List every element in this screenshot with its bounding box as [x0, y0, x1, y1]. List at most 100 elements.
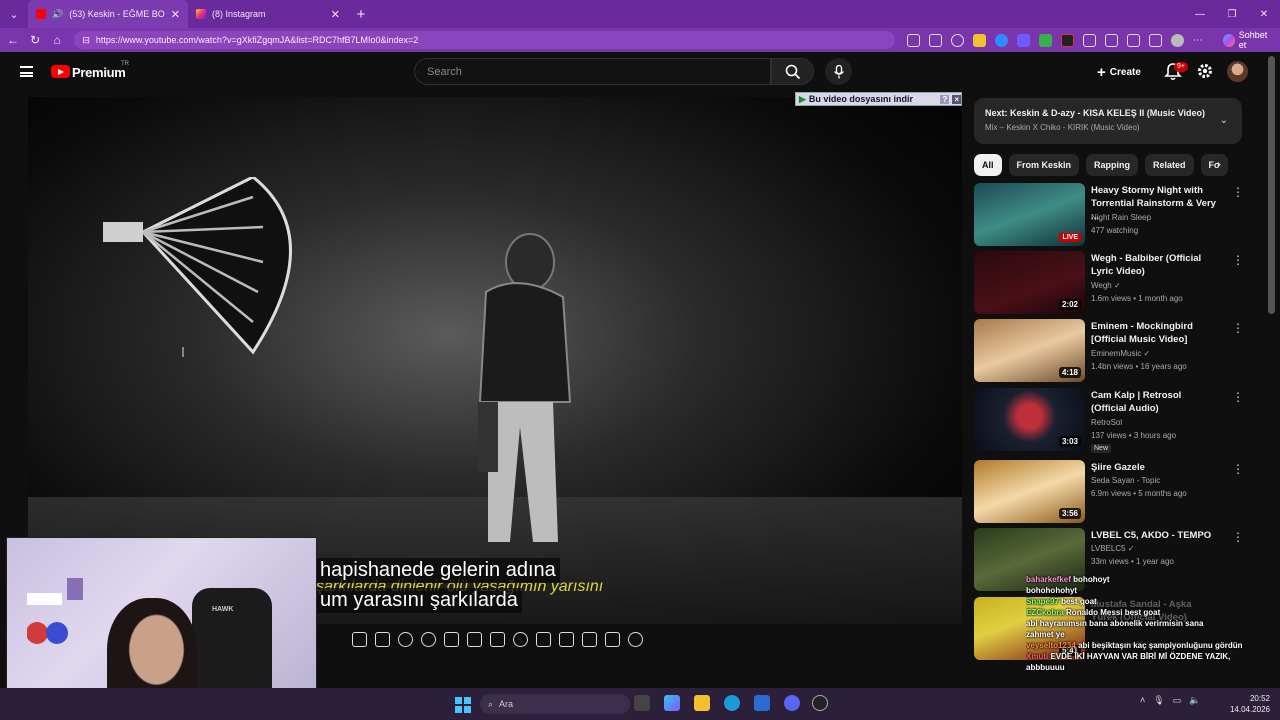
sidebar-scrollbar[interactable] — [1268, 56, 1275, 314]
stop-icon[interactable] — [513, 632, 528, 647]
back-arrow-icon[interactable]: ← — [2, 28, 24, 52]
create-button[interactable]: + Create — [1091, 60, 1147, 84]
tray-expand-icon[interactable]: ˄ — [1140, 695, 1145, 706]
download-file-icon[interactable] — [467, 632, 482, 647]
voice-search-button[interactable] — [825, 58, 852, 85]
favorites-icon[interactable] — [1126, 33, 1140, 47]
loop-icon[interactable] — [444, 632, 459, 647]
profile-avatar-icon[interactable] — [1170, 33, 1184, 47]
volume-icon[interactable]: 🔈 — [1189, 695, 1200, 706]
video-title[interactable]: Şiire Gazele — [1091, 461, 1219, 474]
more-options-icon[interactable]: ⋮ — [1232, 185, 1244, 199]
download-help-button[interactable]: ? — [940, 94, 950, 104]
more-options-icon[interactable]: ⋮ — [1232, 321, 1244, 335]
menu-hamburger-icon[interactable] — [20, 66, 33, 77]
copilot-chat-button[interactable]: Sohbet et — [1217, 30, 1280, 50]
close-tab-icon[interactable]: ✕ — [171, 8, 180, 21]
copilot-app-icon[interactable] — [664, 695, 680, 711]
close-window-icon[interactable]: ✕ — [1248, 0, 1280, 28]
up-next-panel[interactable]: Next: Keskin & D-azy - KISA KELEŞ II (Mu… — [974, 98, 1242, 144]
screenshot-icon[interactable] — [352, 632, 367, 647]
download-video-bar[interactable]: ▶ Bu video dosyasını indir ? × — [795, 92, 962, 106]
favorite-star-icon[interactable] — [950, 33, 964, 47]
taskbar-search-input[interactable]: ⌕ Ara — [480, 694, 630, 714]
tab-instagram[interactable]: (8) Instagram ✕ — [188, 0, 348, 28]
youtube-logo-icon[interactable] — [51, 65, 70, 78]
microphone-tray-icon[interactable]: 🎙 — [1153, 695, 1164, 706]
new-tab-button[interactable]: + — [348, 0, 374, 28]
task-view-icon[interactable] — [634, 695, 650, 711]
channel-name[interactable]: Seda Sayan - Topic — [1091, 476, 1160, 485]
video-title[interactable]: Wegh - Balbiber (Official Lyric Video) — [1091, 252, 1219, 278]
search-button[interactable] — [771, 58, 814, 85]
settings-gear-icon[interactable] — [1196, 62, 1214, 80]
more-menu-icon[interactable]: ⋯ — [1193, 35, 1203, 46]
popout-icon[interactable] — [536, 632, 551, 647]
channel-name[interactable]: RetroSol — [1091, 418, 1122, 427]
list-item[interactable]: 2:02 Wegh - Balbiber (Official Lyric Vid… — [974, 251, 1244, 315]
taskbar-clock[interactable]: 20:52 14.04.2026 — [1228, 693, 1270, 715]
youtube-premium-logo-text[interactable]: Premium — [72, 65, 126, 80]
audio-playing-icon[interactable]: 🔊 — [52, 9, 63, 20]
video-thumbnail[interactable]: LIVE — [974, 183, 1085, 246]
minimize-icon[interactable]: — — [1184, 0, 1216, 28]
obs-icon[interactable] — [812, 695, 828, 711]
video-thumbnail[interactable]: 2:02 — [974, 251, 1085, 314]
reader-mode-icon[interactable] — [906, 33, 920, 47]
rotate-icon[interactable] — [628, 632, 643, 647]
tab-actions-chevron-icon[interactable]: ⌄ — [0, 0, 28, 28]
chip-rapping[interactable]: Rapping — [1086, 154, 1139, 176]
close-tab-icon[interactable]: ✕ — [331, 8, 340, 21]
video-thumbnail[interactable]: 4:18 — [974, 319, 1085, 382]
store-icon[interactable] — [754, 695, 770, 711]
extension-dark-icon[interactable] — [1060, 33, 1074, 47]
split-screen-icon[interactable] — [1104, 33, 1118, 47]
restore-icon[interactable]: ❐ — [1216, 0, 1248, 28]
list-item[interactable]: 3:56 Şiire Gazele Seda Sayan - Topic 6.9… — [974, 460, 1244, 524]
discord-icon[interactable] — [784, 695, 800, 711]
channel-name[interactable]: LVBELC5 ✓ — [1091, 544, 1134, 553]
expand-icon[interactable] — [559, 632, 574, 647]
chip-more[interactable]: Fo — [1200, 154, 1228, 176]
video-thumbnail[interactable]: 3:03 — [974, 388, 1085, 451]
extension-purple-icon[interactable] — [1016, 33, 1030, 47]
chevron-down-icon[interactable]: ⌄ — [1220, 115, 1228, 126]
chip-from-keskin[interactable]: From Keskin — [1008, 154, 1080, 176]
channel-name[interactable]: Night Rain Sleep — [1091, 213, 1151, 222]
tab-youtube[interactable]: 🔊 (53) Keskin - EĞME BOYUN (M ✕ — [28, 0, 188, 28]
chips-next-chevron-icon[interactable]: › — [1217, 157, 1221, 171]
video-title[interactable]: Cam Kalp | Retrosol (Official Audio) — [1091, 389, 1219, 415]
settings-icon[interactable] — [398, 632, 413, 647]
video-title[interactable]: Eminem - Mockingbird [Official Music Vid… — [1091, 320, 1219, 346]
list-item[interactable]: 3:03 Cam Kalp | Retrosol (Official Audio… — [974, 388, 1244, 453]
extensions-puzzle-icon[interactable] — [1082, 33, 1096, 47]
url-field[interactable]: ⊟ https://www.youtube.com/watch?v=gXkfiZ… — [74, 31, 895, 49]
extension-blue-icon[interactable] — [994, 33, 1008, 47]
file-explorer-icon[interactable] — [694, 695, 710, 711]
extension-yellow-icon[interactable] — [972, 33, 986, 47]
channel-name[interactable]: EminemMusic ✓ — [1091, 349, 1150, 358]
refresh-icon[interactable]: ↻ — [24, 28, 46, 52]
power-icon[interactable] — [421, 632, 436, 647]
account-avatar[interactable] — [1227, 61, 1248, 82]
chip-all[interactable]: All — [974, 154, 1002, 176]
list-item[interactable]: LIVE Heavy Stormy Night with Torrential … — [974, 183, 1244, 247]
video-thumbnail[interactable]: 3:56 — [974, 460, 1085, 523]
home-icon[interactable]: ⌂ — [46, 28, 68, 52]
download-close-button[interactable]: × — [952, 94, 961, 104]
more-options-icon[interactable]: ⋮ — [1232, 253, 1244, 267]
network-icon[interactable]: ▭ — [1173, 695, 1182, 706]
notes-icon[interactable] — [375, 632, 390, 647]
collections-icon[interactable] — [1148, 33, 1162, 47]
chip-related[interactable]: Related — [1145, 154, 1194, 176]
miniplayer-icon[interactable] — [582, 632, 597, 647]
more-options-icon[interactable]: ⋮ — [1232, 530, 1244, 544]
start-windows-icon[interactable] — [455, 697, 471, 713]
translate-icon[interactable] — [928, 33, 942, 47]
extension-green-icon[interactable] — [1038, 33, 1052, 47]
more-options-icon[interactable]: ⋮ — [1232, 462, 1244, 476]
more-options-icon[interactable]: ⋮ — [1232, 390, 1244, 404]
edge-browser-icon[interactable] — [724, 695, 740, 711]
list-item[interactable]: 4:18 Eminem - Mockingbird [Official Musi… — [974, 319, 1244, 383]
audio-file-icon[interactable] — [490, 632, 505, 647]
